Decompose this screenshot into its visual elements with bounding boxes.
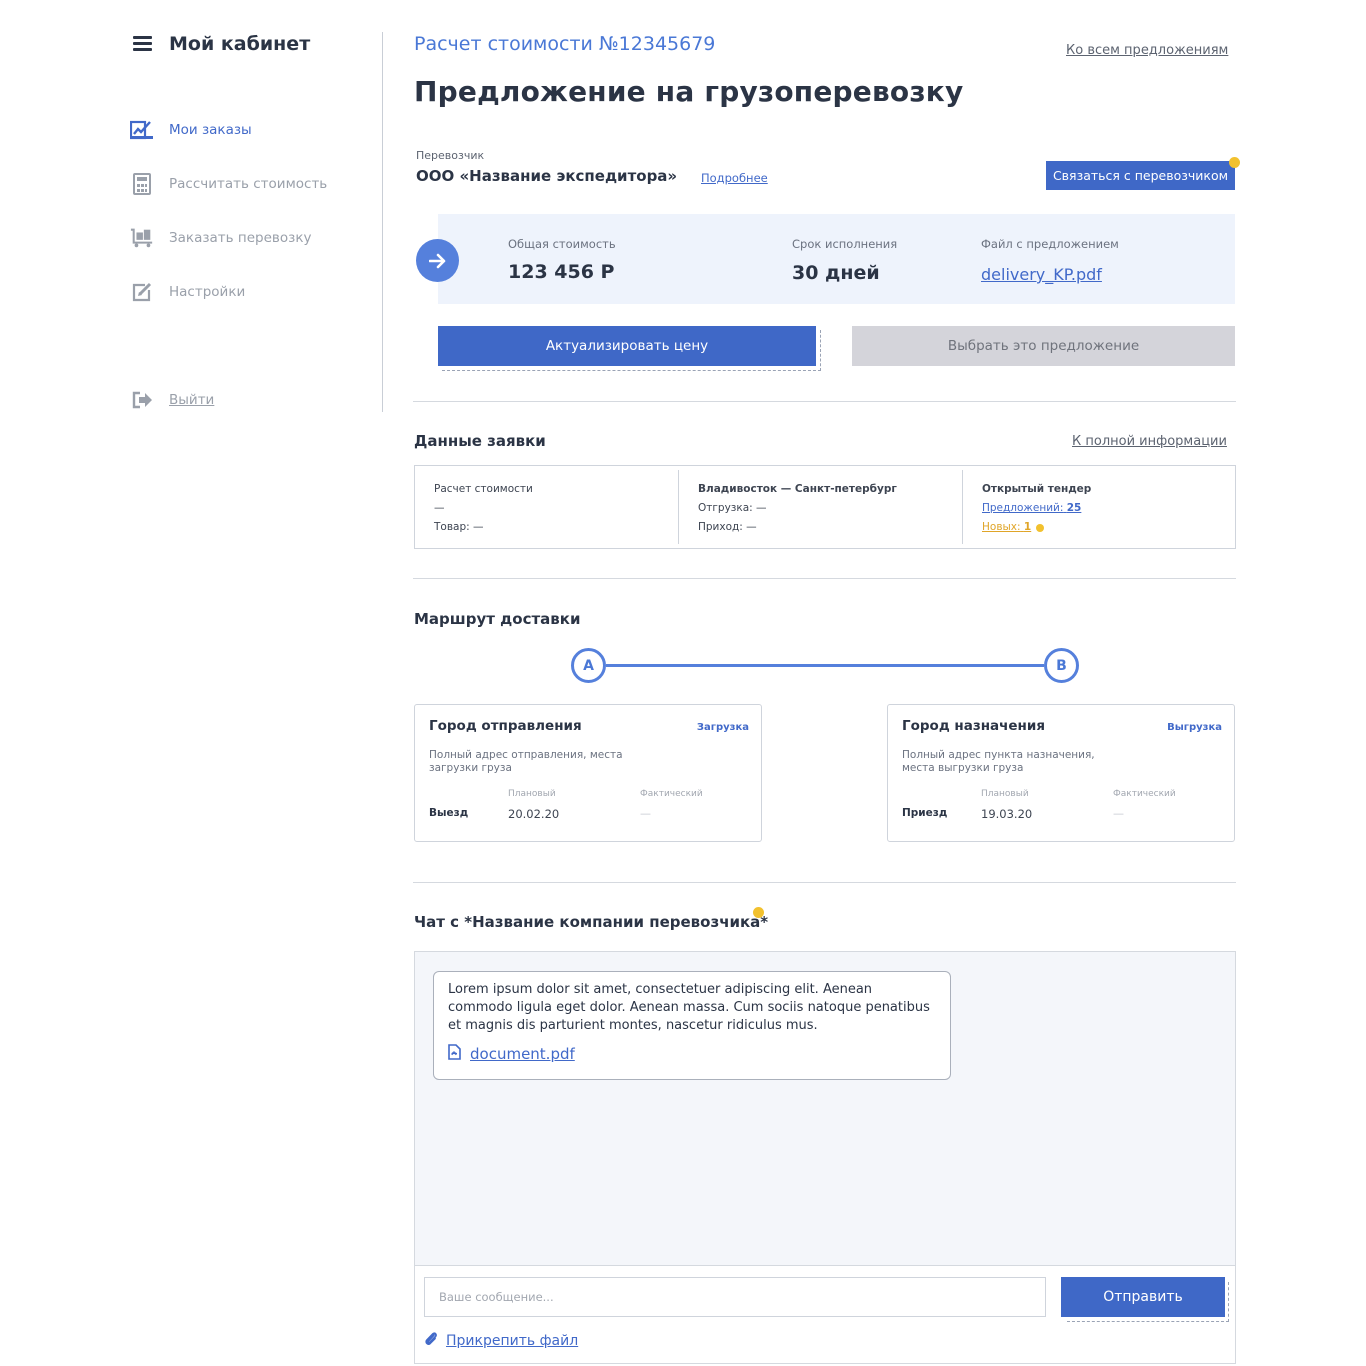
arrival-label: Приезд <box>902 807 948 819</box>
sidebar-item-calculate[interactable]: Рассчитать стоимость <box>130 171 327 197</box>
chat-message-input[interactable] <box>424 1277 1046 1317</box>
unloading-tag[interactable]: Выгрузка <box>1167 722 1222 733</box>
offers-count-link[interactable]: Предложений: 25 <box>982 499 1233 518</box>
new-offers-label: Новых: <box>982 521 1021 533</box>
notification-dot <box>753 907 764 918</box>
term-label: Срок исполнения <box>792 237 898 251</box>
divider <box>413 578 1236 579</box>
route-title: Маршрут доставки <box>414 610 581 628</box>
calculator-icon <box>130 172 154 196</box>
order-col-route: Владивосток — Санкт-петербург Отгрузка: … <box>679 466 962 548</box>
menu-burger-icon[interactable] <box>133 36 152 52</box>
full-info-link[interactable]: К полной информации <box>1072 434 1227 449</box>
sidebar-item-settings[interactable]: Настройки <box>130 279 245 305</box>
route-line <box>606 664 1044 667</box>
sidebar-item-orders[interactable]: Мои заказы <box>130 117 252 143</box>
page-title: Предложение на грузоперевозку <box>414 75 964 108</box>
sidebar-item-order-transport[interactable]: Заказать перевозку <box>130 225 311 251</box>
actual-label: Фактический <box>640 789 703 799</box>
arrival-actual: — <box>1113 807 1124 820</box>
order-calc-value: — <box>434 502 445 514</box>
truck-cart-icon <box>130 226 154 250</box>
route-node-a: A <box>571 648 606 683</box>
cabinet-title: Мой кабинет <box>169 33 311 55</box>
order-calc-label: Расчет стоимости <box>434 483 533 495</box>
term-value: 30 дней <box>792 262 880 284</box>
offer-summary-panel <box>438 214 1235 304</box>
offers-count-value: 25 <box>1066 502 1082 514</box>
offer-file-link[interactable]: delivery_KP.pdf <box>981 265 1102 284</box>
carrier-label: Перевозчик <box>416 149 485 162</box>
offer-file-label: Файл с предложением <box>981 237 1119 251</box>
order-col-calc: Расчет стоимости — Товар: — <box>415 466 678 548</box>
total-cost-label: Общая стоимость <box>508 237 616 251</box>
new-offers-link[interactable]: Новых: 1 <box>982 518 1031 537</box>
planned-label: Плановый <box>508 789 556 799</box>
offers-count-label: Предложений: <box>982 502 1064 514</box>
divider <box>413 401 1236 402</box>
settings-edit-icon <box>130 280 154 304</box>
order-shipment: Отгрузка: — <box>698 502 767 514</box>
notification-dot <box>1036 523 1045 532</box>
total-cost-value: 123 456 Р <box>508 261 615 283</box>
order-arrival: Приход: — <box>698 521 757 533</box>
tender-type: Открытый тендер <box>982 483 1092 495</box>
paperclip-icon <box>424 1331 438 1351</box>
chat-message: Lorem ipsum dolor sit amet, consectetuer… <box>433 971 951 1080</box>
destination-address: Полный адрес пункта назначения, места вы… <box>902 749 1095 774</box>
notification-dot <box>1229 157 1240 168</box>
choose-offer-button[interactable]: Выбрать это предложение <box>852 326 1235 366</box>
send-button[interactable]: Отправить <box>1061 1277 1225 1317</box>
origin-city-card: Город отправления Загрузка Полный адрес … <box>414 704 762 842</box>
message-text: Lorem ipsum dolor sit amet, consectetuer… <box>448 982 930 1033</box>
sidebar-item-label: Мои заказы <box>169 122 252 138</box>
sidebar-item-label: Настройки <box>169 284 246 300</box>
attachment-row[interactable]: document.pdf <box>448 1044 936 1064</box>
departure-planned: 20.02.20 <box>508 807 560 821</box>
pdf-file-icon <box>448 1044 461 1064</box>
planned-label: Плановый <box>981 789 1029 799</box>
sidebar-item-label: Рассчитать стоимость <box>169 176 328 192</box>
arrival-planned: 19.03.20 <box>981 807 1033 821</box>
attach-file-link[interactable]: Прикрепить файл <box>424 1331 578 1351</box>
calc-number-title: Расчет стоимости №12345679 <box>414 33 716 55</box>
order-data-title: Данные заявки <box>414 432 546 450</box>
origin-city-title: Город отправления <box>429 718 582 734</box>
logout-icon <box>130 388 154 412</box>
loading-tag[interactable]: Загрузка <box>697 722 749 733</box>
order-col-tender: Открытый тендер Предложений: 25 Новых: 1 <box>963 466 1233 548</box>
order-route: Владивосток — Санкт-петербург <box>698 483 897 495</box>
attach-file-label: Прикрепить файл <box>446 1333 579 1349</box>
order-data-box: Расчет стоимости — Товар: — Владивосток … <box>414 465 1236 549</box>
sidebar-item-label: Заказать перевозку <box>169 230 312 246</box>
contact-carrier-button[interactable]: Связаться с перевозчиком <box>1046 161 1235 190</box>
orders-edit-icon <box>130 118 154 142</box>
divider <box>413 882 1236 883</box>
departure-actual: — <box>640 807 651 820</box>
update-price-button[interactable]: Актуализировать цену <box>438 326 816 366</box>
logout-label: Выйти <box>169 392 215 408</box>
new-offers-row: Новых: 1 <box>982 518 1233 537</box>
order-goods: Товар: — <box>434 521 484 533</box>
destination-city-card: Город назначения Выгрузка Полный адрес п… <box>887 704 1235 842</box>
departure-label: Выезд <box>429 807 469 819</box>
new-offers-value: 1 <box>1023 521 1032 533</box>
carrier-more-link[interactable]: Подробнее <box>701 171 768 185</box>
all-offers-link[interactable]: Ко всем предложениям <box>1066 43 1228 58</box>
actual-label: Фактический <box>1113 789 1176 799</box>
sidebar-divider <box>382 32 383 412</box>
attachment-link[interactable]: document.pdf <box>470 1045 575 1063</box>
destination-city-title: Город назначения <box>902 718 1046 734</box>
arrow-right-icon[interactable] <box>416 239 459 282</box>
logout-link[interactable]: Выйти <box>130 387 214 413</box>
carrier-name: ООО «Название экспедитора» <box>416 167 678 185</box>
chat-title: Чат с *Название компании перевозчика* <box>414 913 769 931</box>
route-node-b: B <box>1044 648 1079 683</box>
origin-address: Полный адрес отправления, места загрузки… <box>429 749 623 774</box>
